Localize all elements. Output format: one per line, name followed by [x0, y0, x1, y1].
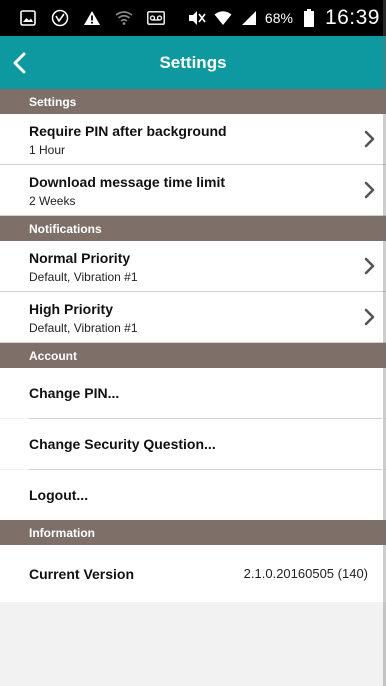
item-label: Change Security Question... [29, 436, 216, 452]
item-label: Change PIN... [29, 385, 120, 401]
current-version-row: Current Version 2.1.0.20160505 (140) [0, 545, 386, 602]
item-label: Logout... [29, 487, 89, 503]
wifi-icon [213, 8, 233, 28]
setting-title: Download message time limit [29, 174, 226, 190]
status-bar: 68% 16:39 [0, 0, 386, 36]
setting-title: Require PIN after background [29, 123, 227, 139]
chevron-left-icon [13, 52, 26, 73]
section-header-settings: Settings [0, 89, 386, 114]
section-header-notifications: Notifications [0, 216, 386, 241]
battery-percent: 68% [264, 10, 293, 26]
wifi-icon [114, 8, 134, 28]
settings-list: Settings Require PIN after background 1 … [0, 89, 386, 686]
change-pin-item[interactable]: Change PIN... [0, 368, 386, 418]
screen: 68% 16:39 Settings Settings Require PIN … [0, 0, 386, 686]
setting-value: 1 Hour [29, 143, 66, 157]
page-title: Settings [159, 52, 227, 72]
status-left-icons [18, 8, 166, 28]
warning-icon [82, 8, 102, 28]
change-security-question-item[interactable]: Change Security Question... [0, 419, 386, 469]
status-time: 16:39 [324, 6, 380, 29]
setting-high-priority[interactable]: High Priority Default, Vibration #1 [0, 292, 386, 343]
setting-value: Default, Vibration #1 [29, 321, 138, 335]
gallery-icon [18, 8, 38, 28]
chevron-right-icon [364, 181, 375, 199]
setting-value: 2 Weeks [29, 194, 76, 208]
mute-icon [187, 8, 207, 28]
setting-title: High Priority [29, 301, 114, 317]
chevron-right-icon [364, 257, 375, 275]
current-version-label: Current Version [29, 565, 135, 582]
setting-value: Default, Vibration #1 [29, 270, 138, 284]
setting-normal-priority[interactable]: Normal Priority Default, Vibration #1 [0, 241, 386, 292]
back-button[interactable] [12, 36, 52, 89]
setting-download-time-limit[interactable]: Download message time limit 2 Weeks [0, 165, 386, 216]
setting-require-pin[interactable]: Require PIN after background 1 Hour [0, 114, 386, 165]
voicemail-icon [146, 8, 166, 28]
signal-icon [239, 8, 259, 28]
section-header-information: Information [0, 520, 386, 545]
logout-item[interactable]: Logout... [0, 470, 386, 520]
chevron-right-icon [364, 308, 375, 326]
setting-title: Normal Priority [29, 250, 131, 266]
current-version-value: 2.1.0.20160505 (140) [243, 566, 368, 581]
chevron-right-icon [364, 130, 375, 148]
section-header-account: Account [0, 343, 386, 368]
status-right-icons: 68% 16:39 [187, 6, 380, 30]
app-bar: Settings [0, 36, 386, 89]
voice-icon [50, 8, 70, 28]
battery-icon [299, 8, 319, 28]
